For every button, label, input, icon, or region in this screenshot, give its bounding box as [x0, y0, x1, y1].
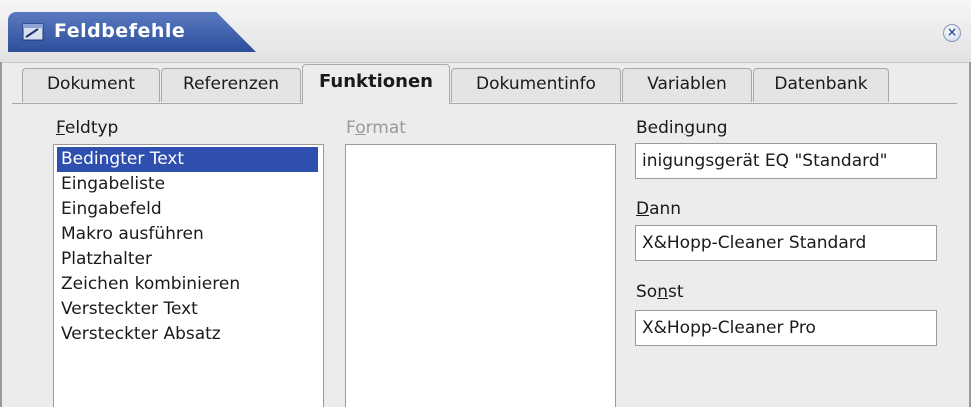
list-item[interactable]: Eingabeliste — [57, 172, 165, 197]
list-item[interactable]: Zeichen kombinieren — [57, 272, 240, 297]
tab-referenzen[interactable]: Referenzen — [161, 68, 301, 102]
list-item[interactable]: Makro ausführen — [57, 222, 204, 247]
field-commands-dialog: Feldbefehle × Dokument Referenzen Funkti… — [0, 0, 971, 407]
tab-bar: Dokument Referenzen Funktionen Dokumenti… — [0, 62, 971, 104]
bedingung-input[interactable]: inigungsgerät EQ "Standard" — [635, 143, 937, 179]
dann-input[interactable]: X&Hopp-Cleaner Standard — [635, 225, 937, 261]
feldtyp-label: Feldtyp — [56, 118, 119, 138]
tab-baseline — [12, 103, 957, 104]
sonst-input[interactable]: X&Hopp-Cleaner Pro — [635, 310, 937, 346]
list-item[interactable]: Versteckter Text — [57, 297, 198, 322]
list-item[interactable]: Bedingter Text — [57, 147, 318, 172]
bedingung-label: Bedingung — [636, 118, 728, 138]
dann-label: Dann — [636, 199, 682, 219]
frame-left-border — [0, 62, 2, 407]
dialog-icon — [22, 22, 44, 42]
list-item[interactable]: Eingabefeld — [57, 197, 162, 222]
title-tab: Feldbefehle — [8, 12, 256, 52]
list-item[interactable]: Versteckter Absatz — [57, 322, 221, 347]
list-item[interactable]: Platzhalter — [57, 247, 152, 272]
tab-variablen[interactable]: Variablen — [622, 68, 752, 102]
tab-dokumentinfo[interactable]: Dokumentinfo — [451, 68, 621, 102]
feldtyp-list[interactable]: Bedingter Text Eingabeliste Eingabefeld … — [53, 144, 324, 407]
sonst-label: Sonst — [636, 282, 684, 302]
title-bar[interactable]: Feldbefehle × — [0, 0, 971, 63]
dialog-title: Feldbefehle — [54, 20, 186, 42]
tab-dokument[interactable]: Dokument — [22, 68, 160, 102]
tab-funktionen[interactable]: Funktionen — [302, 64, 450, 104]
format-list[interactable] — [345, 144, 616, 407]
close-icon[interactable]: × — [943, 24, 961, 42]
tab-datenbank[interactable]: Datenbank — [753, 68, 889, 102]
format-label: Format — [346, 118, 406, 138]
